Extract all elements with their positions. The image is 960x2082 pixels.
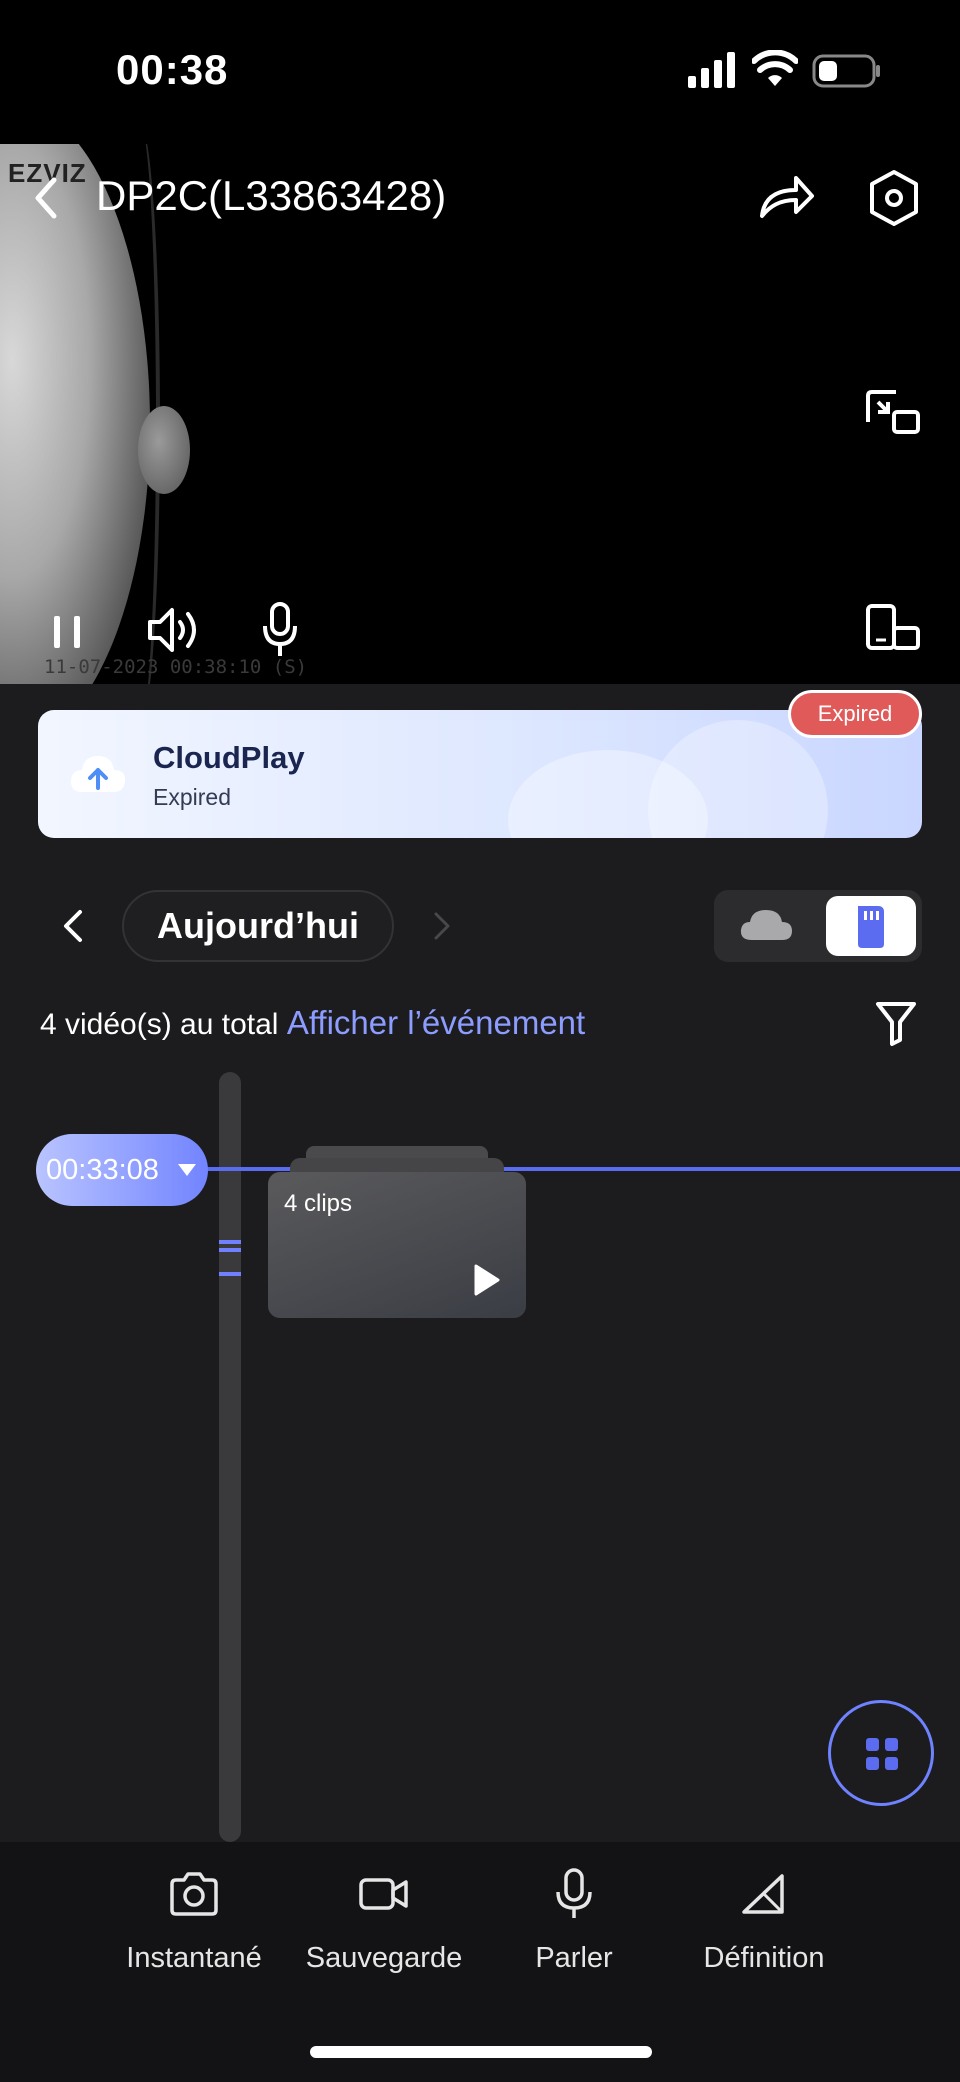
- cloud-storage-icon[interactable]: [722, 898, 812, 954]
- timeline-recording-mark: [219, 1248, 241, 1252]
- record-label: Sauvegarde: [305, 1942, 463, 1974]
- grid-view-button[interactable]: [828, 1700, 934, 1806]
- current-time-indicator[interactable]: 00:33:08: [36, 1134, 208, 1206]
- play-icon[interactable]: [470, 1262, 502, 1298]
- battery-icon: [812, 54, 880, 88]
- microphone-icon: [556, 1868, 592, 1918]
- snapshot-button[interactable]: Instantané: [104, 1868, 284, 1988]
- settings-icon[interactable]: [866, 168, 922, 228]
- filter-icon[interactable]: [874, 998, 918, 1048]
- cloudplay-status: Expired: [153, 784, 231, 810]
- back-icon[interactable]: [26, 170, 66, 226]
- rotate-orientation-icon[interactable]: [866, 604, 920, 652]
- share-icon[interactable]: [756, 170, 816, 226]
- device-title: DP2C(L33863428): [96, 172, 447, 219]
- live-video[interactable]: EZVIZ 11-07-2023 00:38:10 (S): [0, 144, 960, 684]
- video-timestamp: 11-07-2023 00:38:10 (S): [44, 656, 308, 678]
- wifi-icon: [752, 50, 798, 86]
- cloudplay-title: CloudPlay: [153, 740, 305, 775]
- storage-source-toggle[interactable]: [714, 890, 922, 962]
- volume-icon[interactable]: [146, 604, 202, 656]
- sd-card-tab[interactable]: [826, 896, 916, 956]
- cloud-upload-icon: [70, 756, 126, 792]
- cloudplay-banner[interactable]: CloudPlay Expired: [38, 710, 922, 838]
- next-day-icon[interactable]: [426, 908, 456, 944]
- video-count: 4 vidéo(s) au total: [40, 1008, 279, 1041]
- pause-icon[interactable]: [48, 612, 88, 652]
- definition-label: Définition: [703, 1942, 825, 1974]
- camera-icon: [170, 1872, 218, 1916]
- current-time: 00:33:08: [46, 1154, 159, 1186]
- cellular-signal-icon: [688, 52, 735, 88]
- previous-day-icon[interactable]: [56, 906, 92, 946]
- status-bar: 00:38: [0, 0, 960, 144]
- definition-icon: [742, 1874, 784, 1914]
- timeline-recording-mark: [219, 1272, 241, 1276]
- clip-count: 4 clips: [284, 1190, 353, 1217]
- date-selector[interactable]: Aujourd’hui: [122, 890, 394, 962]
- bottom-toolbar: Instantané Sauvegarde Parler Définition: [0, 1842, 960, 2082]
- grid-icon: [866, 1738, 898, 1770]
- dropdown-caret-icon: [178, 1164, 196, 1176]
- timeline-recording-mark: [219, 1240, 241, 1244]
- definition-button[interactable]: Définition: [674, 1868, 854, 1988]
- video-frame-plate: [138, 406, 190, 494]
- clip-group-card[interactable]: 4 clips: [268, 1172, 526, 1318]
- timeline-track[interactable]: [219, 1072, 241, 1842]
- expired-badge: Expired: [788, 690, 922, 738]
- video-record-icon: [359, 1878, 408, 1910]
- picture-in-picture-icon[interactable]: [866, 388, 920, 436]
- home-indicator[interactable]: [310, 2046, 652, 2058]
- sd-card-icon: [858, 906, 884, 948]
- talk-button[interactable]: Parler: [484, 1868, 664, 1988]
- video-summary: 4 vidéo(s) au total Afficher l’événement: [40, 1004, 585, 1042]
- talk-label: Parler: [535, 1942, 613, 1974]
- snapshot-label: Instantané: [126, 1942, 262, 1974]
- record-button[interactable]: Sauvegarde: [294, 1868, 474, 1988]
- show-events-link[interactable]: Afficher l’événement: [287, 1004, 585, 1041]
- status-time: 00:38: [116, 46, 229, 93]
- microphone-icon[interactable]: [262, 602, 298, 658]
